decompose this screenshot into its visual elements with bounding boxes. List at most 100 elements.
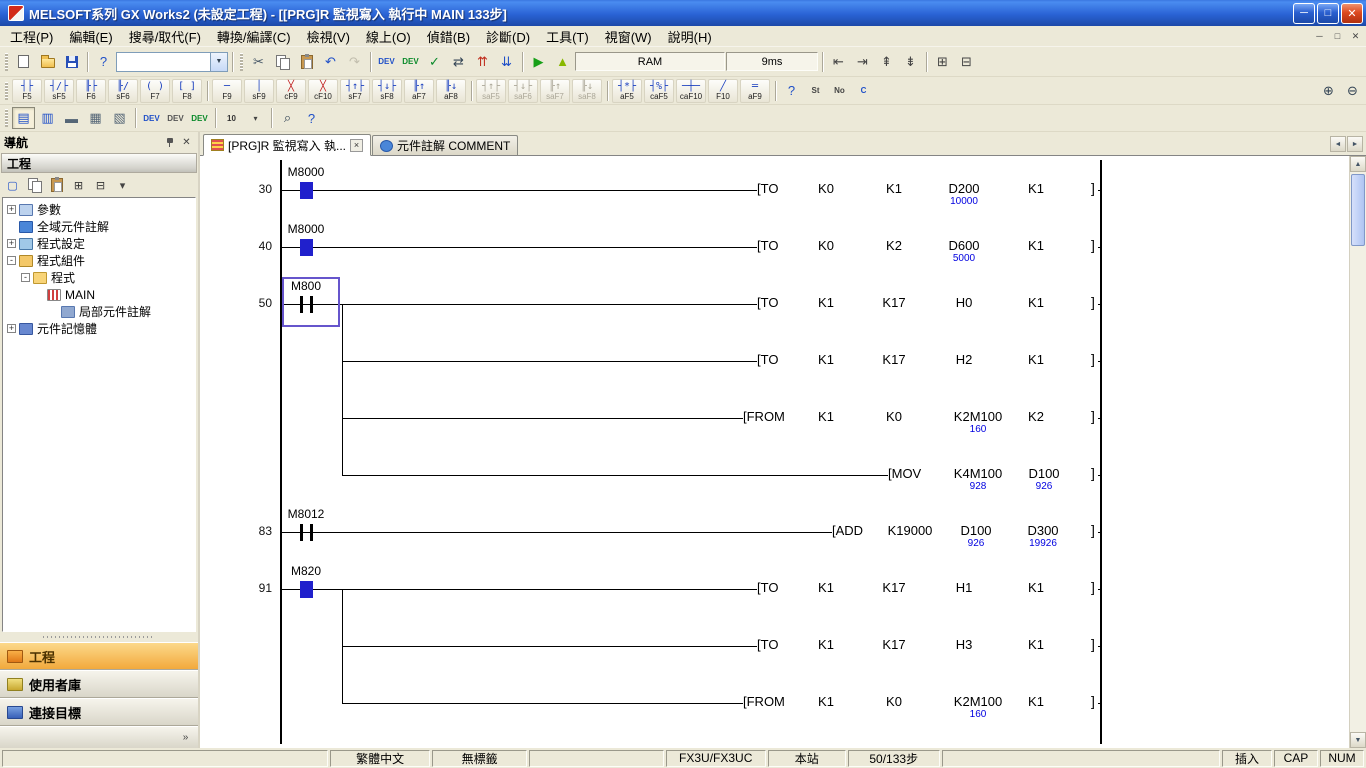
- child-restore-button[interactable]: □: [1329, 29, 1346, 44]
- ladder-tool-aF9[interactable]: ═aF9: [740, 79, 770, 103]
- instruction-name[interactable]: [TO: [757, 181, 778, 196]
- instruction-operand[interactable]: K2M100: [954, 409, 1002, 424]
- tab-close-icon[interactable]: ×: [350, 139, 363, 152]
- child-close-button[interactable]: ✕: [1347, 29, 1364, 44]
- open-project-button[interactable]: [36, 51, 59, 73]
- child-minimize-button[interactable]: ─: [1311, 29, 1328, 44]
- tree-item-main[interactable]: MAIN: [3, 286, 195, 303]
- instruction-operand[interactable]: K0: [886, 694, 902, 709]
- ladder-tool-sF7[interactable]: ┤↑├sF7: [340, 79, 370, 103]
- instruction-operand[interactable]: K0: [886, 409, 902, 424]
- device-comment-button[interactable]: DEV: [375, 51, 398, 73]
- instruction-name[interactable]: [MOV: [888, 466, 921, 481]
- ladder-tool-cF10[interactable]: ╳cF10: [308, 79, 338, 103]
- combo-dropdown-icon[interactable]: ▼: [210, 53, 227, 71]
- scrollbar-track[interactable]: [1350, 172, 1366, 732]
- instruction-operand[interactable]: K17: [882, 580, 905, 595]
- read-from-plc-button[interactable]: ⇊: [495, 51, 518, 73]
- context-help-button[interactable]: ?: [300, 107, 323, 129]
- scrollbar-thumb[interactable]: [1351, 174, 1365, 246]
- tree-expander-icon[interactable]: +: [7, 239, 16, 248]
- instruction-operand[interactable]: D200: [948, 181, 979, 196]
- tree-item-program-setting[interactable]: +程式設定: [3, 235, 195, 252]
- tab-device-comment[interactable]: 元件註解 COMMENT: [372, 135, 518, 156]
- new-project-button[interactable]: [12, 51, 35, 73]
- instruction-name[interactable]: [TO: [757, 637, 778, 652]
- instruction-operand[interactable]: K4M100: [954, 466, 1002, 481]
- instruction-operand[interactable]: D100: [1028, 466, 1059, 481]
- cross-reference-button[interactable]: ▦: [84, 107, 107, 129]
- instruction-operand[interactable]: K0: [818, 238, 834, 253]
- instruction-operand[interactable]: H3: [956, 637, 973, 652]
- instruction-name[interactable]: [FROM: [743, 694, 785, 709]
- tree-item-device-memory[interactable]: +元件記憶體: [3, 320, 195, 337]
- instruction-operand[interactable]: K0: [818, 181, 834, 196]
- instruction-help-button[interactable]: ?: [780, 80, 803, 102]
- menu-item[interactable]: 工具(T): [538, 25, 597, 48]
- display-format-button[interactable]: 10: [220, 107, 243, 129]
- instruction-operand[interactable]: H1: [956, 580, 973, 595]
- navigation-window-button[interactable]: ▤: [12, 107, 35, 129]
- find-button[interactable]: ⌕: [276, 107, 299, 129]
- ladder-tool-aF5[interactable]: ┤*├aF5: [612, 79, 642, 103]
- instruction-operand[interactable]: K17: [882, 637, 905, 652]
- panel-resize-handle[interactable]: [6, 633, 192, 641]
- tab-prg-main[interactable]: [PRG]R 監視寫入 執...×: [203, 134, 371, 156]
- monitor-mode-button[interactable]: ⇟: [899, 51, 922, 73]
- instruction-operand[interactable]: K1: [818, 409, 834, 424]
- device-display-button[interactable]: DEV: [164, 107, 187, 129]
- tree-item-pou[interactable]: -程式組件: [3, 252, 195, 269]
- instruction-operand[interactable]: K2: [1028, 409, 1044, 424]
- instruction-operand[interactable]: D600: [948, 238, 979, 253]
- instruction-operand[interactable]: H0: [956, 295, 973, 310]
- menu-item[interactable]: 診斷(D): [478, 25, 538, 48]
- ladder-tool-sF5[interactable]: ┤/├sF5: [44, 79, 74, 103]
- cut-button[interactable]: ✂: [247, 51, 270, 73]
- instruction-name[interactable]: [TO: [757, 238, 778, 253]
- ladder-tool-sF8[interactable]: ┤↓├sF8: [372, 79, 402, 103]
- write-to-plc-button[interactable]: ⇈: [471, 51, 494, 73]
- element-selection-button[interactable]: ▥: [36, 107, 59, 129]
- instruction-operand[interactable]: K19000: [888, 523, 933, 538]
- nav-copy-button[interactable]: [24, 176, 45, 195]
- ladder-editor[interactable]: 30M8000[TOK0K1D20010000K1]40M8000[TOK0K2…: [200, 156, 1349, 748]
- tree-expander-icon[interactable]: -: [7, 256, 16, 265]
- write-mode-button[interactable]: ⇞: [875, 51, 898, 73]
- nav-button-project[interactable]: 工程: [0, 642, 198, 670]
- instruction-operand[interactable]: K1: [1028, 694, 1044, 709]
- instruction-operand[interactable]: K1: [818, 295, 834, 310]
- navigation-close-icon[interactable]: ✕: [179, 135, 194, 149]
- tree-item-program[interactable]: -程式: [3, 269, 195, 286]
- ladder-tool-F9[interactable]: ─F9: [212, 79, 242, 103]
- transfer-setup-button[interactable]: ⇄: [447, 51, 470, 73]
- scroll-down-icon[interactable]: ▼: [1350, 732, 1366, 748]
- instruction-name[interactable]: [FROM: [743, 409, 785, 424]
- help-button[interactable]: ?: [92, 51, 115, 73]
- instruction-operand[interactable]: K1: [1028, 238, 1044, 253]
- ladder-tool-sF6[interactable]: ╟/sF6: [108, 79, 138, 103]
- instruction-operand[interactable]: K2M100: [954, 694, 1002, 709]
- undo-button[interactable]: ↶: [319, 51, 342, 73]
- ladder-tool-aF8[interactable]: ╟↓aF8: [436, 79, 466, 103]
- tab-scroll-right-icon[interactable]: ►: [1347, 136, 1363, 152]
- save-project-button[interactable]: [60, 51, 83, 73]
- menu-item[interactable]: 視窗(W): [597, 25, 660, 48]
- nav-expand-all-button[interactable]: ⊞: [68, 176, 89, 195]
- ladder-tool-F7[interactable]: ( )F7: [140, 79, 170, 103]
- instruction-operand[interactable]: K1: [818, 580, 834, 595]
- device-use-list-button[interactable]: ▧: [108, 107, 131, 129]
- nav-button-connection[interactable]: 連接目標: [0, 698, 198, 726]
- tab-scroll-left-icon[interactable]: ◄: [1330, 136, 1346, 152]
- buffer-memory-display-button[interactable]: DEV: [188, 107, 211, 129]
- copy-button[interactable]: [271, 51, 294, 73]
- instruction-operand[interactable]: K1: [818, 694, 834, 709]
- pin-icon[interactable]: [162, 135, 177, 149]
- instruction-operand[interactable]: K1: [818, 637, 834, 652]
- instruction-operand[interactable]: D100: [960, 523, 991, 538]
- instruction-operand[interactable]: K2: [886, 238, 902, 253]
- ladder-tool-caF5[interactable]: ┤%├caF5: [644, 79, 674, 103]
- ladder-tool-cF9[interactable]: ╳cF9: [276, 79, 306, 103]
- menu-item[interactable]: 檢視(V): [299, 25, 358, 48]
- instruction-operand[interactable]: H2: [956, 352, 973, 367]
- paste-button[interactable]: [295, 51, 318, 73]
